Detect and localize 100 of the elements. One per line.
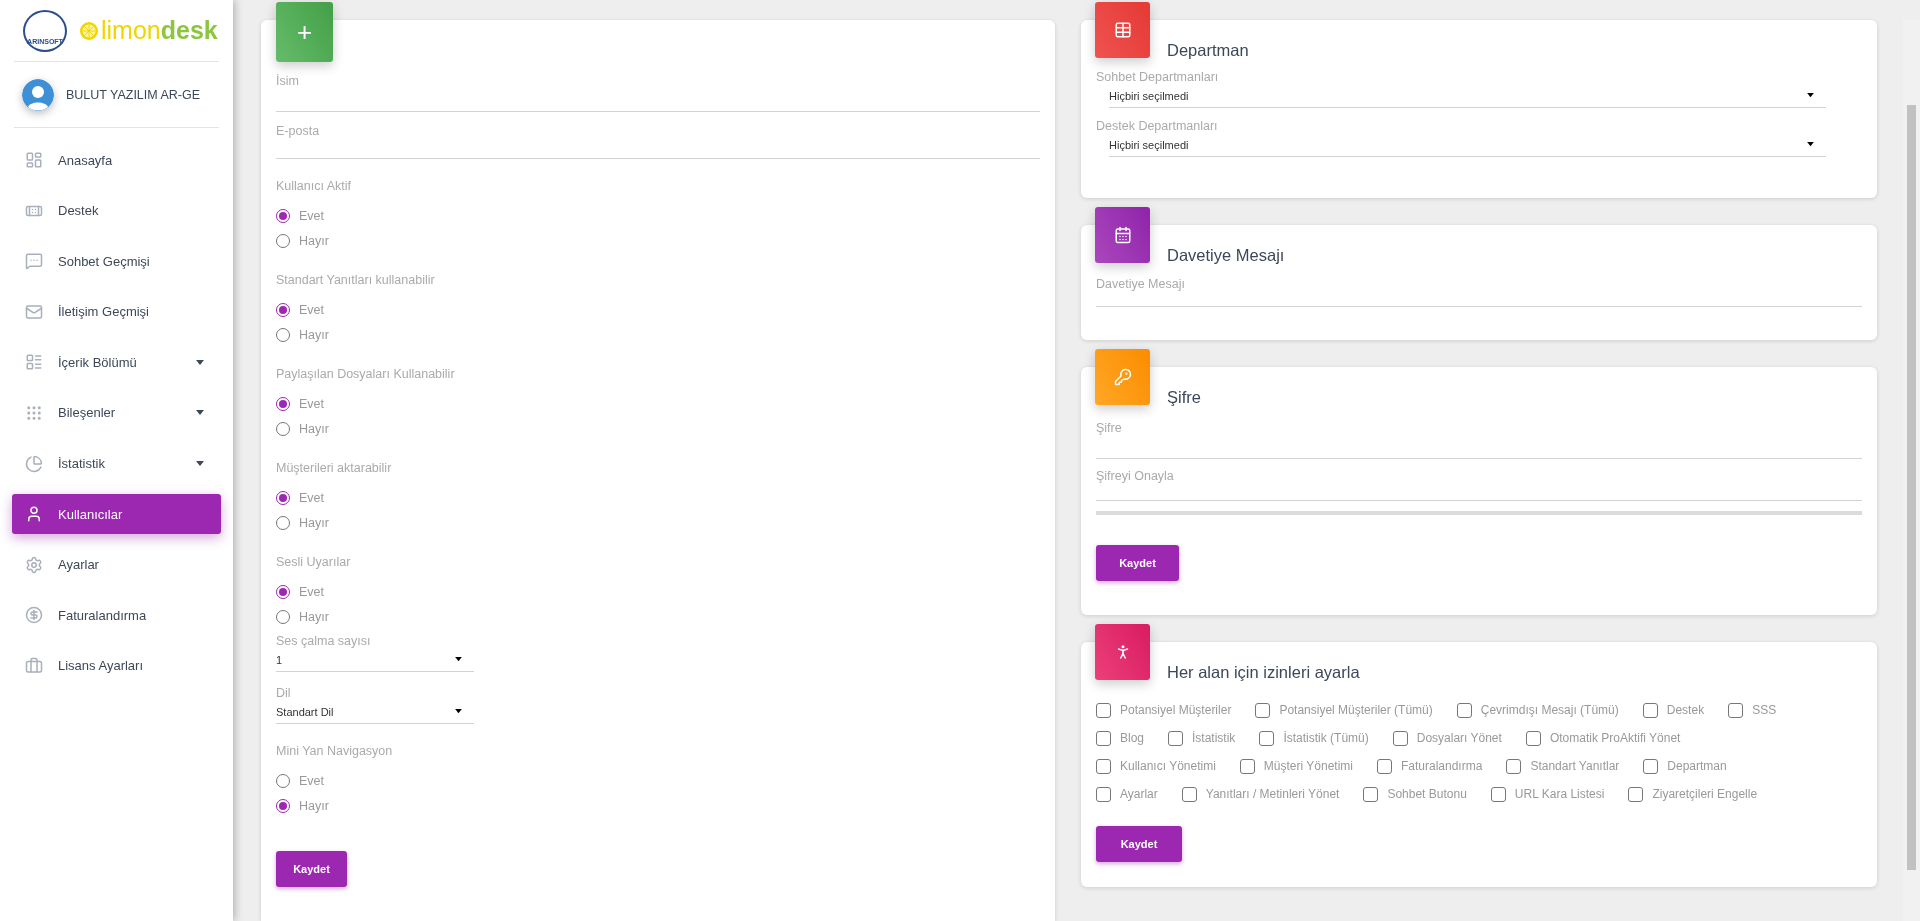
checkbox[interactable]: [1490, 786, 1506, 802]
checkbox[interactable]: [1506, 758, 1522, 774]
option-label: Hayır: [299, 421, 329, 436]
option-label: Evet: [299, 490, 324, 505]
checkbox[interactable]: [1456, 702, 1472, 718]
checkbox-label: URL Kara Listesi: [1514, 787, 1605, 801]
checkbox-label: Yanıtları / Metinleri Yönet: [1205, 787, 1340, 801]
option-label: Hayır: [299, 327, 329, 342]
nav-item[interactable]: Destek: [12, 190, 221, 231]
checkbox-label: Standart Yanıtlar: [1530, 759, 1620, 773]
caret-icon: [455, 709, 462, 714]
group-label: Sesli Uyarılar: [276, 555, 352, 569]
nav-item[interactable]: Faturalandırma: [12, 595, 221, 636]
grid-icon: [25, 403, 43, 422]
briefcase-icon: [25, 656, 43, 675]
checkbox[interactable]: [1363, 786, 1379, 802]
checkbox-label: Potansiyel Müşteriler (Tümü): [1279, 703, 1433, 717]
option-label: Hayır: [299, 515, 329, 530]
brand-logo: limondesk: [79, 16, 218, 45]
option-label: Hayır: [299, 609, 329, 624]
field-label: Şifreyi Onayla: [1096, 469, 1175, 483]
checkbox-label: SSS: [1752, 703, 1777, 717]
checkbox[interactable]: [1096, 758, 1111, 774]
checkbox-label: Potansiyel Müşteriler: [1120, 703, 1232, 717]
checkbox[interactable]: [1096, 702, 1111, 718]
dashboard-icon: [25, 151, 43, 169]
group-label: Standart Yanıtları kullanabilir: [276, 273, 436, 287]
field-label: Dil: [276, 686, 292, 700]
field-label: Şifre: [1096, 421, 1123, 435]
checkbox-label: Faturalandırma: [1401, 759, 1483, 773]
checkbox[interactable]: [1642, 702, 1658, 718]
card-title: Davetiye Mesajı: [1167, 246, 1285, 265]
nav-item[interactable]: İstatistik: [12, 443, 221, 484]
nav-item[interactable]: Anasayfa: [12, 140, 221, 180]
field-label: Davetiye Mesajı: [1096, 277, 1186, 291]
select-field[interactable]: Standart Dil: [276, 700, 474, 724]
group-label: Paylaşılan Dosyaları Kullanabilir: [276, 367, 456, 381]
checkbox-label: Sohbet Butonu: [1387, 787, 1467, 801]
checkbox-label: Müşteri Yönetimi: [1263, 759, 1353, 773]
group-label: Mini Yan Navigasyon: [276, 744, 394, 758]
nav-item[interactable]: Sohbet Geçmişi: [12, 241, 221, 282]
nav-item[interactable]: Lisans Ayarları: [12, 645, 221, 686]
option-label: Evet: [299, 302, 324, 317]
add-badge: +: [276, 2, 333, 62]
checkbox[interactable]: [1181, 786, 1197, 802]
card-title: Her alan için izinleri ayarla: [1167, 663, 1360, 682]
nav-item[interactable]: İletişim Geçmişi: [12, 291, 221, 332]
group-label: Kullanıcı Aktif: [276, 179, 353, 193]
checkbox[interactable]: [1168, 730, 1184, 746]
checkbox[interactable]: [1728, 702, 1744, 718]
nav-item[interactable]: Kullanıcılar: [12, 494, 221, 535]
checkbox[interactable]: [1628, 786, 1644, 802]
checkbox[interactable]: [1643, 758, 1659, 774]
checkbox-label: Kullanıcı Yönetimi: [1120, 759, 1216, 773]
checkbox-label: İstatistik: [1192, 731, 1236, 745]
checkbox-label: Departman: [1667, 759, 1727, 773]
caret-icon: [1807, 93, 1814, 98]
field-label: Sohbet Departmanları: [1096, 70, 1220, 84]
checkbox-label: İstatistik (Tümü): [1283, 731, 1369, 745]
list-icon: [25, 353, 43, 372]
dollar-icon: [25, 606, 43, 625]
checkbox-label: Dosyaları Yönet: [1416, 731, 1502, 745]
field-label: Destek Departmanları: [1096, 119, 1219, 133]
select-field[interactable]: 1: [276, 648, 474, 672]
checkbox[interactable]: [1377, 758, 1392, 774]
checkbox[interactable]: [1392, 730, 1408, 746]
chat-icon: [25, 252, 43, 271]
mail-icon: [25, 302, 43, 321]
select-field[interactable]: Hiçbiri seçilmedi: [1109, 133, 1826, 157]
option-label: Evet: [299, 208, 324, 223]
checkbox[interactable]: [1259, 730, 1275, 746]
avatar-icon[interactable]: [22, 78, 54, 111]
checkbox-label: Çevrimdışı Mesajı (Tümü): [1480, 703, 1619, 717]
checkbox[interactable]: [1096, 786, 1111, 802]
option-label: Evet: [299, 584, 324, 599]
save-button[interactable]: Kaydet: [1096, 545, 1179, 581]
save-button[interactable]: Kaydet: [1096, 826, 1182, 862]
nav-item[interactable]: Bileşenler: [12, 392, 221, 433]
option-label: Hayır: [299, 798, 329, 813]
field-label: Ses çalma sayısı: [276, 634, 372, 648]
field-label: İsim: [276, 74, 300, 88]
checkbox-label: Otomatik ProAktifi Yönet: [1549, 731, 1681, 745]
option-label: Evet: [299, 396, 324, 411]
nav-item[interactable]: İçerik Bölümü: [12, 342, 221, 383]
checkbox[interactable]: [1255, 702, 1271, 718]
settings-icon: [25, 555, 43, 574]
checkbox[interactable]: [1239, 758, 1255, 774]
checkbox[interactable]: [1096, 730, 1111, 746]
checkbox-label: Blog: [1120, 731, 1145, 745]
user-name: BULUT YAZILIM AR-GE: [66, 87, 201, 102]
option-label: Evet: [299, 773, 324, 788]
checkbox[interactable]: [1525, 730, 1541, 746]
select-field[interactable]: Hiçbiri seçilmedi: [1109, 84, 1826, 108]
pie-chart-icon: [25, 454, 43, 473]
checkbox-label: Ziyaretçileri Engelle: [1652, 787, 1758, 801]
user-icon: [25, 505, 43, 524]
nav-item[interactable]: Ayarlar: [12, 544, 221, 585]
save-button[interactable]: Kaydet: [276, 851, 347, 887]
checkbox-label: Destek: [1666, 703, 1705, 717]
field-label: E-posta: [276, 124, 321, 138]
